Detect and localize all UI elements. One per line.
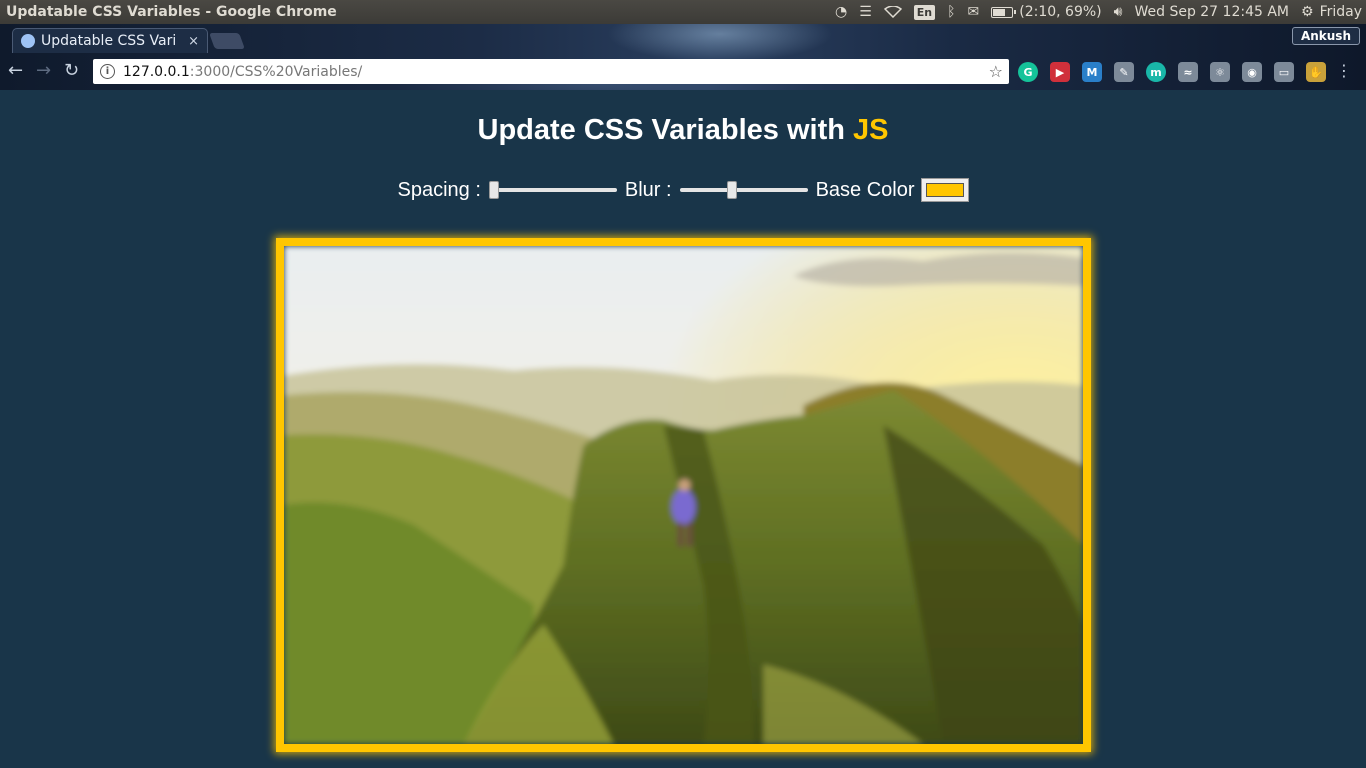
back-arrow-icon[interactable]: ← <box>8 60 23 82</box>
photo-frame <box>276 238 1091 752</box>
page-title: Update CSS Variables with JS <box>477 114 889 146</box>
bluetooth-icon[interactable]: ᛒ <box>941 0 961 24</box>
favicon-icon <box>21 34 35 48</box>
user-day-label[interactable]: Friday <box>1320 0 1366 24</box>
base-color-picker[interactable] <box>920 178 969 202</box>
sync-icon[interactable]: ◔ <box>829 0 853 24</box>
m-icon[interactable]: M <box>1082 62 1102 82</box>
hand-icon[interactable]: ✋ <box>1306 62 1326 82</box>
system-tray: ◔ ☰ En ᛒ ✉ (2:10, 69%) 🔊︎ Wed Sep 27 12:… <box>829 0 1366 24</box>
url-host: 127.0.0.1 <box>123 63 190 80</box>
spacing-slider-track <box>488 188 617 192</box>
reload-icon[interactable]: ↻ <box>64 60 79 82</box>
gear-icon[interactable]: ⚙ <box>1295 0 1320 24</box>
pocket-icon[interactable]: ▶ <box>1050 62 1070 82</box>
mountain-ridge-photo <box>284 246 1083 744</box>
tab-close-icon[interactable]: × <box>188 34 199 49</box>
battery-text: (2:10, 69%) <box>1019 4 1102 20</box>
spacing-slider[interactable] <box>488 181 617 199</box>
controls-bar: Spacing : Blur : Base Color <box>0 178 1366 202</box>
tab-title: Updatable CSS Vari <box>41 33 177 49</box>
blur-label: Blur : <box>624 178 672 201</box>
base-color-swatch <box>925 183 964 197</box>
mercury-icon[interactable]: m <box>1146 62 1166 82</box>
volume-icon[interactable]: 🔊︎ <box>1108 0 1129 24</box>
blur-slider-track <box>679 188 808 192</box>
forward-arrow-icon[interactable]: → <box>36 60 51 82</box>
notes-icon[interactable]: ☰ <box>853 0 878 24</box>
menu-dots-icon[interactable]: ⋮ <box>1336 61 1352 81</box>
blur-slider[interactable] <box>679 181 808 199</box>
spacing-label: Spacing : <box>397 178 481 201</box>
battery-icon <box>991 6 1017 18</box>
camera-icon[interactable]: ◉ <box>1242 62 1262 82</box>
tab-active[interactable]: Updatable CSS Vari × <box>12 28 208 53</box>
url-path: :3000/CSS%20Variables/ <box>189 63 363 80</box>
grammarly-icon[interactable]: G <box>1018 62 1038 82</box>
base-color-label: Base Color <box>815 178 915 201</box>
os-top-panel: Updatable CSS Variables - Google Chrome … <box>0 0 1366 24</box>
blur-slider-thumb[interactable] <box>726 181 737 199</box>
wave-icon[interactable]: ≈ <box>1178 62 1198 82</box>
keyboard-layout-indicator[interactable]: En <box>908 0 941 24</box>
new-tab-button[interactable] <box>209 33 245 49</box>
clock[interactable]: Wed Sep 27 12:45 AM <box>1128 0 1295 24</box>
wifi-icon[interactable] <box>878 0 908 24</box>
window-icon[interactable]: ▭ <box>1274 62 1294 82</box>
react-icon[interactable]: ⚛ <box>1210 62 1230 82</box>
window-title: Updatable CSS Variables - Google Chrome <box>6 4 337 20</box>
profile-button[interactable]: Ankush <box>1291 27 1360 45</box>
mail-icon[interactable]: ✉ <box>962 0 986 24</box>
battery-indicator[interactable]: (2:10, 69%) <box>985 0 1107 24</box>
extensions-bar: G ▶ M ✎ m ≈ ⚛ ◉ ▭ ✋ <box>1018 62 1338 82</box>
title-highlight: JS <box>853 114 889 146</box>
address-bar[interactable]: i 127.0.0.1:3000/CSS%20Variables/ ☆ <box>93 59 1009 84</box>
spacing-slider-thumb[interactable] <box>488 181 499 199</box>
evernote-icon[interactable]: ✎ <box>1114 62 1134 82</box>
bookmark-star-icon[interactable]: ☆ <box>989 62 1003 81</box>
page-content: Update CSS Variables with JS Spacing : B… <box>0 90 1366 768</box>
info-icon[interactable]: i <box>100 64 115 79</box>
